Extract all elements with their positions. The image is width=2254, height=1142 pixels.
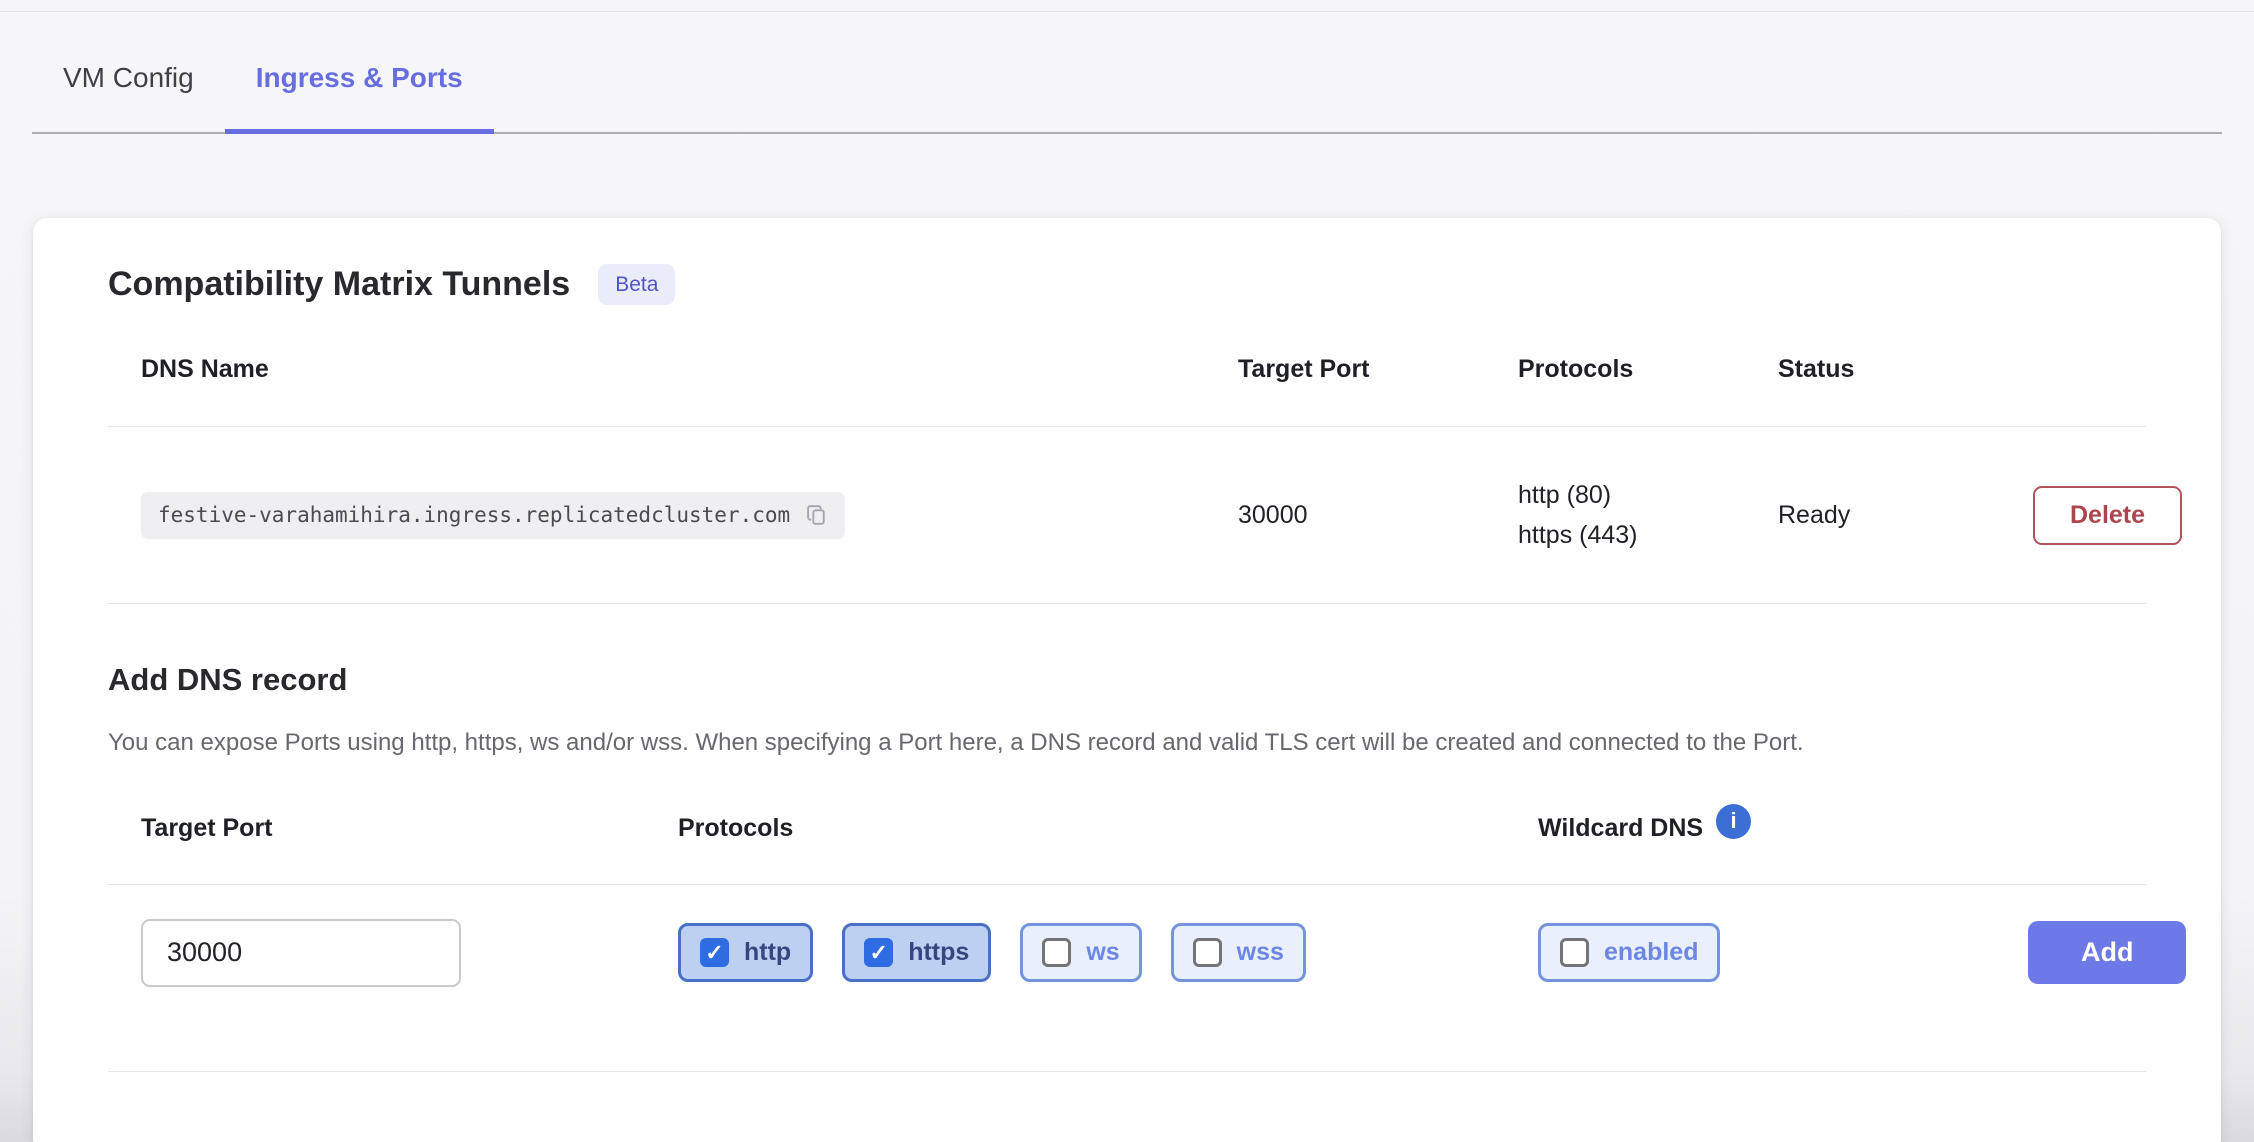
col-header-status: Status [1778, 355, 2033, 384]
protocol-option-wss[interactable]: wss [1171, 923, 1306, 982]
col-header-target-port: Target Port [1238, 355, 1518, 384]
wildcard-enabled-option[interactable]: enabled [1538, 923, 1720, 982]
form-label-wildcard-dns: Wildcard DNS i [1538, 811, 2028, 846]
tunnels-table-header: DNS Name Target Port Protocols Status [108, 355, 2146, 426]
form-label-protocols: Protocols [678, 814, 1538, 843]
protocol-option-ws[interactable]: ws [1020, 923, 1141, 982]
wildcard-option-label: enabled [1604, 940, 1698, 965]
beta-badge: Beta [598, 264, 675, 305]
checkbox-unchecked-icon [1193, 938, 1222, 967]
row-target-port: 30000 [1238, 501, 1518, 530]
form-label-target-port: Target Port [141, 814, 678, 843]
card-footer-divider [108, 1071, 2146, 1111]
tab-ingress-ports[interactable]: Ingress & Ports [225, 62, 494, 134]
checkbox-unchecked-icon [1042, 938, 1071, 967]
tab-bar: VM Config Ingress & Ports [32, 0, 2222, 134]
delete-button[interactable]: Delete [2033, 486, 2182, 545]
add-dns-record-title: Add DNS record [108, 662, 2146, 698]
tab-vm-config[interactable]: VM Config [32, 62, 225, 134]
protocol-option-label: ws [1086, 940, 1119, 965]
copy-icon[interactable] [805, 503, 830, 528]
add-button[interactable]: Add [2028, 921, 2186, 984]
add-record-form-header: Target Port Protocols Wildcard DNS i [108, 811, 2146, 885]
add-dns-record-description: You can expose Ports using http, https, … [108, 724, 2146, 763]
row-protocol-https: https (443) [1518, 515, 1778, 555]
col-header-protocols: Protocols [1518, 355, 1778, 384]
protocol-option-label: http [744, 940, 791, 965]
target-port-input[interactable] [141, 919, 461, 987]
panel-header: Compatibility Matrix Tunnels Beta [108, 264, 2146, 305]
protocol-option-https[interactable]: ✓ https [842, 923, 991, 982]
row-protocols: http (80) https (443) [1518, 475, 1778, 555]
row-protocol-http: http (80) [1518, 475, 1778, 515]
dns-name-value: festive-varahamihira.ingress.replicatedc… [158, 503, 790, 527]
info-icon[interactable]: i [1716, 804, 1751, 839]
dns-name-pill: festive-varahamihira.ingress.replicatedc… [141, 492, 845, 539]
tunnels-panel: Compatibility Matrix Tunnels Beta DNS Na… [33, 218, 2221, 1142]
checkbox-checked-icon: ✓ [700, 938, 729, 967]
checkbox-unchecked-icon [1560, 938, 1589, 967]
protocol-option-label: wss [1237, 940, 1284, 965]
wildcard-dns-label: Wildcard DNS [1538, 814, 1703, 843]
panel-title: Compatibility Matrix Tunnels [108, 265, 570, 304]
add-record-form-row: ✓ http ✓ https ws wss enabled Add [108, 885, 2146, 1025]
protocol-option-http[interactable]: ✓ http [678, 923, 813, 982]
protocol-options: ✓ http ✓ https ws wss [678, 923, 1538, 982]
col-header-dns-name: DNS Name [141, 355, 1238, 384]
checkbox-checked-icon: ✓ [864, 938, 893, 967]
top-divider [0, 11, 2254, 12]
row-status: Ready [1778, 501, 2033, 530]
protocol-option-label: https [908, 940, 969, 965]
table-row: festive-varahamihira.ingress.replicatedc… [108, 426, 2146, 604]
